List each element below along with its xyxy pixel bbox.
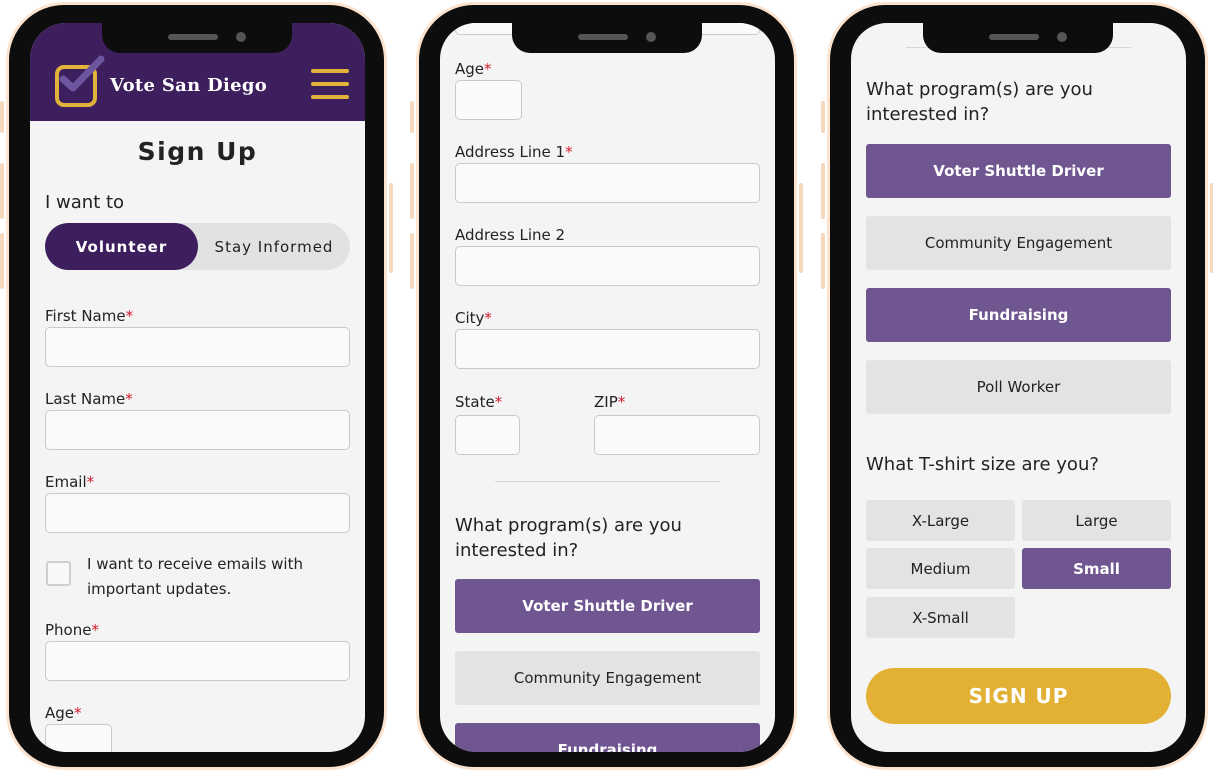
side-button — [0, 101, 4, 133]
screen-programs-sizes: What program(s) are you interested in? V… — [851, 23, 1186, 752]
phone-frame-2: Age* Address Line 1* Address Line 2 City… — [410, 2, 803, 770]
want-label: I want to — [45, 192, 125, 213]
program-option-fundraising[interactable]: Fundraising — [866, 288, 1171, 342]
screen-signup-start: Vote San Diego Sign Up I want to Volunte… — [30, 23, 365, 752]
tshirt-question: What T-shirt size are you? — [866, 454, 1099, 475]
brand-name: Vote San Diego — [110, 75, 268, 96]
address-line-1-label: Address Line 1* — [455, 143, 573, 161]
address-line-2-label: Address Line 2 — [455, 226, 566, 244]
email-label: Email* — [45, 473, 95, 491]
age-field[interactable] — [45, 724, 112, 752]
age-label: Age* — [45, 704, 82, 722]
side-button — [821, 233, 825, 289]
side-button — [0, 163, 4, 219]
age-label: Age* — [455, 60, 492, 78]
screen-address-programs: Age* Address Line 1* Address Line 2 City… — [440, 23, 775, 752]
size-option-x-large[interactable]: X-Large — [866, 500, 1015, 541]
state-field[interactable] — [455, 415, 520, 455]
program-option-poll-worker[interactable]: Poll Worker — [866, 360, 1171, 414]
first-name-field[interactable] — [45, 327, 350, 367]
size-option-medium[interactable]: Medium — [866, 548, 1015, 589]
program-option-fundraising[interactable]: Fundraising — [455, 723, 760, 752]
side-button — [0, 233, 4, 289]
side-button — [799, 183, 803, 273]
phone-field[interactable] — [45, 641, 350, 681]
side-button — [410, 233, 414, 289]
state-label: State* — [455, 393, 503, 411]
programs-question: What program(s) are you interested in? — [455, 515, 682, 561]
phone-notch — [922, 23, 1113, 53]
program-option-community-engagement[interactable]: Community Engagement — [455, 651, 760, 705]
program-option-voter-shuttle-driver[interactable]: Voter Shuttle Driver — [455, 579, 760, 633]
phone-frame-3: What program(s) are you interested in? V… — [821, 2, 1213, 770]
phone-frame-1: Vote San Diego Sign Up I want to Volunte… — [0, 2, 393, 770]
hamburger-menu-icon[interactable] — [311, 69, 349, 99]
phone-label: Phone* — [45, 621, 99, 639]
email-opt-in-checkbox[interactable] — [46, 561, 71, 586]
stay-informed-option[interactable]: Stay Informed — [198, 223, 350, 270]
side-button — [821, 101, 825, 133]
signup-type-toggle: Volunteer Stay Informed — [45, 223, 350, 270]
address-line-2-field[interactable] — [455, 246, 760, 286]
sign-up-button[interactable]: SIGN UP — [866, 668, 1171, 724]
age-field[interactable] — [455, 80, 522, 120]
section-divider — [495, 481, 720, 482]
side-button — [410, 163, 414, 219]
phone-notch — [101, 23, 292, 53]
first-name-label: First Name* — [45, 307, 134, 325]
city-label: City* — [455, 309, 492, 327]
email-opt-in-label: I want to receive emails with important … — [87, 555, 303, 598]
checkbox-logo-icon — [55, 55, 105, 107]
phone-notch — [511, 23, 702, 53]
size-option-large[interactable]: Large — [1022, 500, 1171, 541]
program-option-community-engagement[interactable]: Community Engagement — [866, 216, 1171, 270]
programs-question: What program(s) are you interested in? — [866, 79, 1093, 125]
last-name-label: Last Name* — [45, 390, 133, 408]
email-field[interactable] — [45, 493, 350, 533]
side-button — [410, 101, 414, 133]
city-field[interactable] — [455, 329, 760, 369]
size-option-small[interactable]: Small — [1022, 548, 1171, 589]
side-button — [389, 183, 393, 273]
side-button — [821, 163, 825, 219]
address-line-1-field[interactable] — [455, 163, 760, 203]
zip-label: ZIP* — [594, 393, 626, 411]
size-option-x-small[interactable]: X-Small — [866, 597, 1015, 638]
zip-field[interactable] — [594, 415, 760, 455]
page-title: Sign Up — [137, 137, 258, 166]
volunteer-option[interactable]: Volunteer — [45, 223, 198, 270]
program-option-voter-shuttle-driver[interactable]: Voter Shuttle Driver — [866, 144, 1171, 198]
last-name-field[interactable] — [45, 410, 350, 450]
